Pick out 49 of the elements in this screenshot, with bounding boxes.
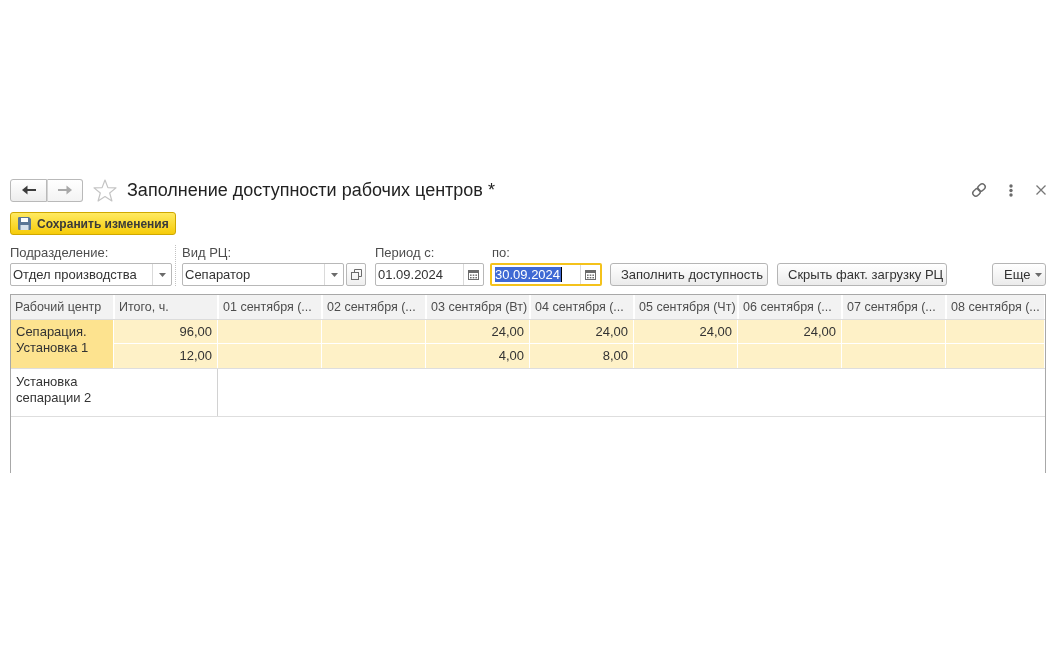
column-header[interactable]: 07 сентября (... [842, 295, 946, 319]
window-title: Заполнение доступности рабочих центров * [127, 179, 495, 201]
field-label: Вид РЦ: [182, 245, 233, 261]
column-header[interactable]: 04 сентября (... [530, 295, 634, 319]
field-label: по: [491, 245, 511, 261]
column-header[interactable]: 08 сентября (... [946, 295, 1045, 319]
column-header[interactable]: 06 сентября (... [738, 295, 842, 319]
calendar-icon[interactable] [468, 269, 479, 280]
table-cell: 4,00 [426, 344, 530, 368]
table-cell: 24,00 [738, 320, 842, 344]
table-cell: 24,00 [426, 320, 530, 344]
save-button[interactable]: Сохранить изменения [10, 212, 176, 235]
column-header[interactable]: 05 сентября (Чт) [634, 295, 738, 319]
dropdown-field[interactable]: Сепаратор [182, 263, 344, 286]
column-header[interactable]: 01 сентября (... [218, 295, 322, 319]
column-header[interactable]: Итого, ч. [114, 295, 218, 319]
date-field[interactable]: 30.09.2024 [490, 263, 602, 286]
table-row[interactable]: Сепарация. Установка 1 96,00 24,00 24,00 24,00 24,00 12,00 4,00 8,00 [11, 320, 1045, 369]
table-cell-text: Установка сепарации 2 [15, 373, 93, 407]
column-header[interactable]: 02 сентября (... [322, 295, 426, 319]
table-row[interactable]: Установка сепарации 2 [11, 369, 1045, 417]
caret-down-icon [1035, 272, 1043, 277]
field-label: Период с: [375, 245, 436, 261]
link-icon[interactable] [970, 181, 988, 199]
overlapping-squares-icon [350, 269, 362, 280]
dropdown-field[interactable]: Отдел производства [10, 263, 172, 286]
caret-down-icon[interactable] [330, 272, 338, 277]
table-cell: Сепарация. Установка 1 [11, 320, 114, 368]
table-cell: 96,00 [114, 320, 218, 344]
column-header[interactable]: Рабочий центр [11, 295, 114, 319]
table-cell: 24,00 [634, 320, 738, 344]
left-arrow-icon [21, 185, 36, 195]
table-cell: 12,00 [114, 344, 218, 368]
right-arrow-icon [58, 185, 72, 195]
calendar-icon[interactable] [585, 269, 596, 280]
more-button[interactable]: Еще [992, 263, 1046, 286]
table-cell: 24,00 [530, 320, 634, 344]
date-field[interactable]: 01.09.2024 [375, 263, 484, 286]
action-button[interactable]: Заполнить доступность [610, 263, 768, 286]
column-header[interactable]: 03 сентября (Вт) [426, 295, 530, 319]
three-dots-icon[interactable] [1009, 183, 1013, 197]
open-button[interactable] [346, 263, 366, 286]
field-label: Подразделение: [10, 245, 110, 261]
table-cell: 8,00 [530, 344, 634, 368]
star-icon[interactable] [93, 178, 117, 202]
close-icon[interactable] [1036, 185, 1046, 195]
action-button[interactable]: Скрыть факт. загрузку РЦ [777, 263, 947, 286]
caret-down-icon[interactable] [158, 272, 166, 277]
back-button[interactable] [10, 178, 47, 202]
